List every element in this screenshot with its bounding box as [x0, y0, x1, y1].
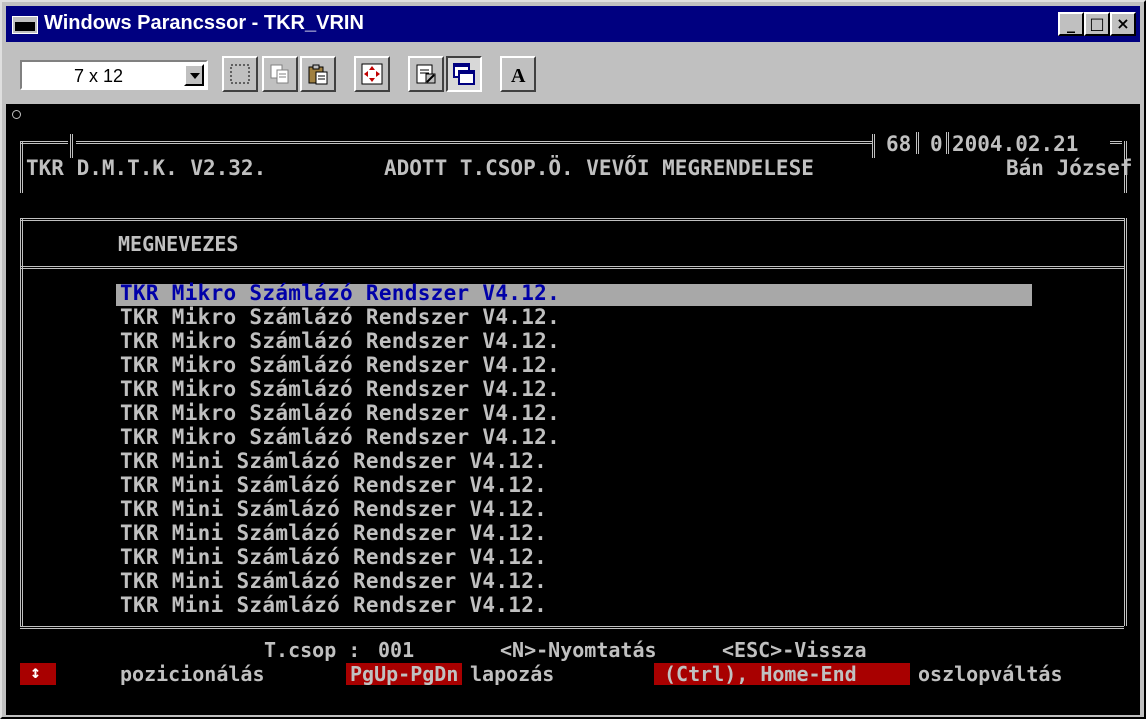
copy-icon [270, 64, 289, 84]
title-bar[interactable]: Windows Parancssor - TKR_VRIN _ □ × [6, 6, 1140, 42]
header-tick-right [872, 134, 875, 158]
paste-button[interactable] [300, 56, 336, 92]
font-button[interactable]: A [500, 56, 536, 92]
font-size-value: 7 x 12 [74, 66, 124, 86]
mark-icon [230, 64, 250, 84]
list-item[interactable]: TKR Mini Számlázó Rendszer V4.12. [120, 545, 547, 569]
background-icon [453, 63, 475, 85]
updown-arrow-icon: ↕ [30, 662, 41, 683]
console-area[interactable]: TKR D.M.T.K. V2.32. ADOTT T.CSOP.Ö. VEVŐ… [6, 104, 1140, 715]
column-key-desc: oszlopváltás [918, 662, 1063, 686]
list-item[interactable]: TKR Mini Számlázó Rendszer V4.12. [120, 449, 547, 473]
counter-b: 0 [930, 132, 943, 156]
header-tick-left [70, 134, 73, 158]
console-window: Windows Parancssor - TKR_VRIN _ □ × 7 x … [0, 0, 1146, 719]
mark-button[interactable] [222, 56, 258, 92]
fullscreen-icon [361, 63, 383, 85]
list-item[interactable]: TKR Mikro Számlázó Rendszer V4.12. [120, 377, 560, 401]
page-key-desc: lapozás [470, 662, 555, 686]
list-item[interactable]: TKR Mini Számlázó Rendszer V4.12. [120, 497, 547, 521]
background-button[interactable] [446, 56, 482, 92]
copy-button[interactable] [262, 56, 298, 92]
font-size-select[interactable]: 7 x 12 [20, 60, 208, 90]
minimize-button[interactable]: _ [1058, 12, 1084, 36]
font-icon: A [511, 65, 526, 85]
print-hint: <N>-Nyomtatás [500, 638, 657, 662]
list-frame-top [20, 218, 1124, 221]
list-item[interactable]: TKR Mikro Számlázó Rendszer V4.12. [120, 401, 560, 425]
list-item[interactable]: TKR Mikro Számlázó Rendszer V4.12. [120, 329, 560, 353]
counter-separator-1 [916, 132, 919, 154]
paste-icon [308, 64, 328, 85]
header-frame-left [20, 141, 23, 193]
list-item[interactable]: TKR Mini Számlázó Rendszer V4.12. [120, 521, 547, 545]
user-name: Bán József [1006, 156, 1133, 180]
list-item[interactable]: TKR Mini Számlázó Rendszer V4.12. [120, 473, 547, 497]
close-button[interactable]: × [1110, 12, 1136, 36]
window-title: Windows Parancssor - TKR_VRIN [44, 12, 364, 34]
page-key: PgUp-PgDn [350, 662, 459, 686]
column-key: (Ctrl), Home-End [664, 662, 857, 686]
screen-title: ADOTT T.CSOP.Ö. VEVŐI MEGRENDELESE [384, 156, 814, 180]
list-item[interactable]: TKR Mini Számlázó Rendszer V4.12. [120, 569, 547, 593]
arrow-key-desc: pozicionálás [120, 662, 265, 686]
console-app-icon[interactable] [12, 16, 38, 34]
header-frame-top-left [20, 141, 68, 144]
list-item[interactable]: TKR Mini Számlázó Rendszer V4.12. [120, 593, 547, 617]
list-frame-left [20, 218, 23, 626]
list-item[interactable]: TKR Mikro Számlázó Rendszer V4.12. [120, 281, 560, 305]
column-header-megnevezes: MEGNEVEZES [118, 232, 239, 256]
app-version: TKR D.M.T.K. V2.32. [26, 156, 267, 180]
fullscreen-button[interactable] [354, 56, 390, 92]
toolbar: 7 x 12 A [6, 46, 1140, 102]
list-frame-bottom [20, 626, 1124, 629]
date: 2004.02.21 [952, 132, 1079, 156]
console-smiley-icon [12, 110, 21, 119]
counter-a: 68 [886, 132, 912, 156]
back-hint: <ESC>-Vissza [722, 638, 867, 662]
list-item[interactable]: TKR Mikro Számlázó Rendszer V4.12. [120, 305, 560, 329]
tcsop-label: T.csop : [264, 638, 361, 662]
counter-separator-2 [946, 132, 949, 154]
header-frame-top-right [1110, 141, 1122, 144]
list-frame-right [1124, 218, 1127, 626]
header-frame-top [76, 141, 872, 144]
chevron-down-icon[interactable] [184, 64, 204, 86]
column-header-divider [20, 266, 1124, 269]
font-button-label: A [511, 65, 526, 85]
tcsop-value: 001 [378, 638, 415, 662]
properties-button[interactable] [408, 56, 444, 92]
list-item[interactable]: TKR Mikro Számlázó Rendszer V4.12. [120, 353, 560, 377]
maximize-button[interactable]: □ [1084, 12, 1110, 36]
list-item[interactable]: TKR Mikro Számlázó Rendszer V4.12. [120, 425, 560, 449]
properties-icon [416, 64, 436, 84]
